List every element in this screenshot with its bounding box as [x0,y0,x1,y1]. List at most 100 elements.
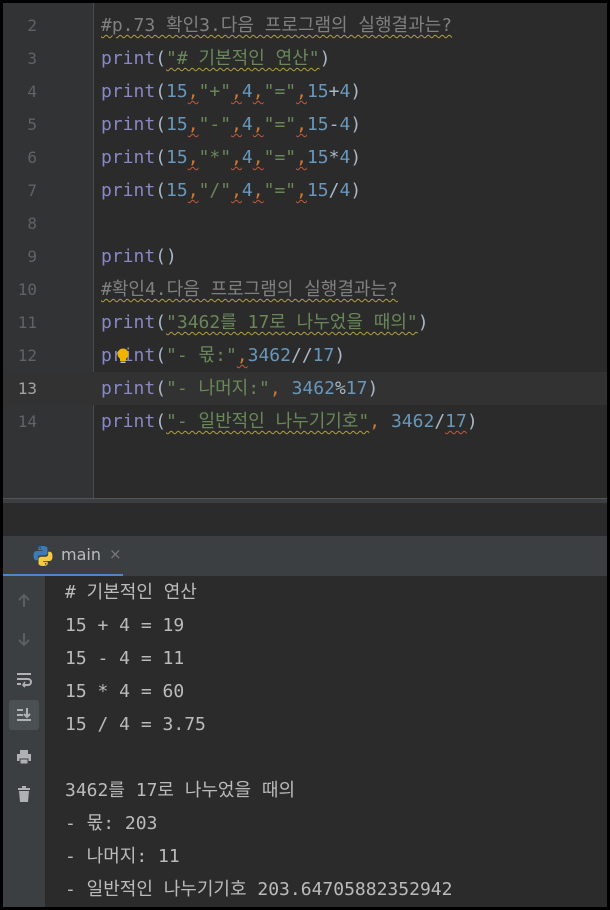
comment-text: #확인4.다음 프로그램의 실행결과는? [101,279,398,300]
scroll-to-end-icon[interactable] [9,700,39,730]
code-text: print(15,"+",4,"=",15+4) [101,81,362,102]
output-line: 15 + 4 = 19 [65,615,185,636]
line-number: 10 [17,280,37,299]
string-literal: "- 몫:" [166,345,237,366]
code-text: print("- 나머지:", 3462%17) [101,378,379,399]
number-literal: 4 [339,81,351,102]
line-number: 4 [27,82,37,101]
number-literal: 4 [339,180,351,201]
string-literal: "=" [263,147,297,168]
number-literal: 15 [306,81,329,102]
number-literal: 15 [306,180,329,201]
line-number: 14 [17,412,37,431]
bulb-icon[interactable] [116,348,130,364]
string-literal: "- 일반적인 나누기기호" [166,411,370,432]
code-text: print("- 일반적인 나누기기호", 3462/17) [101,411,478,432]
line-number: 12 [17,346,37,365]
string-literal: "=" [263,180,297,201]
number-literal: 15 [306,147,329,168]
number-literal: 15 [166,147,188,168]
code-text: print("- 몫:",3462//17) [101,339,345,372]
keyword: print [101,246,156,267]
code-text: print(15,"*",4,"=",15*4) [101,147,362,168]
line-number: 3 [27,49,37,68]
string-literal: "- 나머지:" [166,378,270,399]
code-line[interactable]: 4 print(15,"+",4,"=",15+4) [3,75,607,108]
output-line: - 나머지: 11 [65,846,180,867]
python-icon [33,546,53,566]
keyword: print [101,48,156,69]
number-literal: 3462 [247,345,291,366]
string-literal: "*" [198,147,232,168]
string-literal: "=" [263,81,297,102]
run-tab-label: main [61,545,101,564]
run-panel: main × # 기본적인 연산 15 + 4 = 19 15 - 4 = 11… [3,503,607,907]
number-literal: 17 [312,345,335,366]
number-literal: 4 [241,81,253,102]
line-number: 2 [27,16,37,35]
trash-icon[interactable] [9,779,39,809]
number-literal: 3462 [291,378,335,399]
keyword: print [101,378,156,399]
keyword: print [101,81,156,102]
number-literal: 3462 [390,411,435,432]
string-literal: "+" [198,81,232,102]
code-line[interactable]: 10 #확인4.다음 프로그램의 실행결과는? [3,273,607,306]
run-toolbar [3,576,45,907]
output-line: - 일반적인 나누기기호 203.64705882352942 [65,879,453,900]
line-number: 6 [27,148,37,167]
code-text: print() [101,246,177,267]
number-literal: 15 [166,81,188,102]
run-tab-bar: main × [3,536,607,576]
string-literal: "# 기본적인 연산" [166,48,320,69]
code-line[interactable]: 2 #p.73 확인3.다음 프로그램의 실행결과는? [3,9,607,42]
output-line: 15 * 4 = 60 [65,681,185,702]
keyword: print [101,180,156,201]
output-line: 15 - 4 = 11 [65,648,185,669]
keyword: print [101,147,156,168]
number-literal: 4 [241,180,253,201]
run-tab-main[interactable]: main × [3,536,123,576]
soft-wrap-icon[interactable] [9,664,39,694]
number-literal: 4 [241,147,253,168]
output-line: 15 / 4 = 3.75 [65,714,206,735]
number-literal: 4 [241,114,253,135]
code-line[interactable]: 3 print("# 기본적인 연산") [3,42,607,75]
number-literal: 15 [166,180,188,201]
keyword: print [101,312,156,333]
line-number: 8 [27,214,37,233]
line-number: 7 [27,181,37,200]
code-line[interactable]: 9 print() [3,240,607,273]
arrow-up-icon[interactable] [9,586,39,616]
code-line[interactable]: 6 print(15,"*",4,"=",15*4) [3,141,607,174]
keyword: print [101,411,156,432]
number-literal: 15 [166,114,188,135]
code-line[interactable]: 14 print("- 일반적인 나누기기호", 3462/17) [3,405,607,438]
code-line[interactable]: 8 [3,207,607,240]
code-line[interactable]: 7 print(15,"/",4,"=",15/4) [3,174,607,207]
keyword: print [101,114,156,135]
arrow-down-icon[interactable] [9,624,39,654]
code-text: print("3462를 17로 나누었을 때의") [101,312,429,333]
code-line-current[interactable]: 13 print("- 나머지:", 3462%17) [3,372,607,405]
line-number: 5 [27,115,37,134]
close-icon[interactable]: × [109,545,122,563]
string-literal: "/" [198,180,232,201]
print-icon[interactable] [9,742,39,772]
code-line[interactable]: 11 print("3462를 17로 나누었을 때의") [3,306,607,339]
ide-window: 2 #p.73 확인3.다음 프로그램의 실행결과는? 3 print("# 기… [3,3,607,907]
number-literal: 17 [345,378,368,399]
code-line[interactable]: 5 print(15,"-",4,"=",15-4) [3,108,607,141]
console-output[interactable]: # 기본적인 연산 15 + 4 = 19 15 - 4 = 11 15 * 4… [65,576,607,906]
string-literal: "3462를 17로 나누었을 때의" [166,312,418,333]
comment-text: #p.73 확인3.다음 프로그램의 실행결과는? [101,15,453,36]
line-number: 11 [17,313,37,332]
code-line[interactable]: 12 print("- 몫:",3462//17) [3,339,607,372]
code-editor[interactable]: 2 #p.73 확인3.다음 프로그램의 실행결과는? 3 print("# 기… [3,3,607,498]
line-number: 9 [27,247,37,266]
number-literal: 4 [339,147,351,168]
output-line: # 기본적인 연산 [65,582,197,603]
line-number: 13 [17,379,37,398]
number-literal: 17 [445,411,467,432]
